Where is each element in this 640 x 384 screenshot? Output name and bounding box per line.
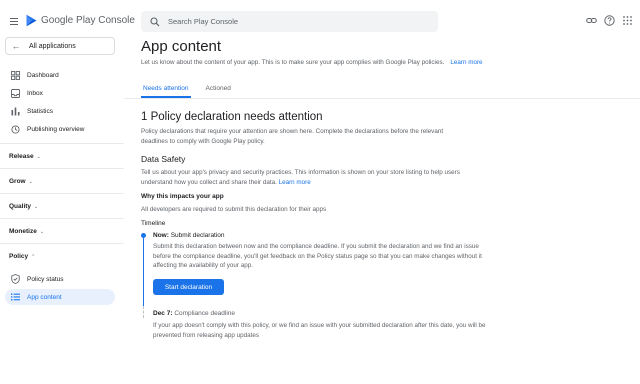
data-safety-title: Data Safety — [141, 154, 186, 164]
sidebar-divider — [0, 143, 124, 144]
sidebar-section-release[interactable]: Release ⌄ — [9, 153, 41, 160]
sidebar-item-label: Publishing overview — [27, 125, 85, 133]
sidebar-item-label: Statistics — [27, 107, 54, 115]
play-console-logo-icon — [26, 14, 37, 27]
start-declaration-button[interactable]: Start declaration — [153, 279, 224, 295]
chevron-down-icon: ⌄ — [36, 153, 41, 160]
step-deadline-description: If your app doesn't comply with this pol… — [153, 322, 486, 339]
why-impacts-description: All developers are required to submit th… — [141, 206, 327, 213]
sidebar-item-label: Dashboard — [27, 71, 59, 79]
sidebar-item-publishing-overview[interactable]: Publishing overview — [0, 121, 120, 137]
step-now-description: Submit this declaration between now and … — [153, 243, 482, 269]
sidebar-divider — [0, 168, 124, 169]
sidebar-divider — [0, 243, 124, 244]
tab-needs-attention[interactable]: Needs attention — [141, 84, 191, 98]
tabs-divider — [124, 98, 640, 99]
step-deadline-title: Compliance deadline — [174, 310, 236, 317]
timeline-line — [143, 238, 145, 306]
inbox-icon — [10, 88, 20, 98]
data-safety-learn-more-link[interactable]: Learn more — [279, 179, 311, 186]
why-impacts-title: Why this impacts your app — [141, 193, 224, 200]
sidebar-item-label: Inbox — [27, 89, 43, 97]
section-label: Policy — [9, 253, 29, 260]
sidebar-section-grow[interactable]: Grow ⌄ — [9, 178, 33, 185]
step-now-label: Now: — [153, 232, 169, 239]
search-bar[interactable] — [141, 11, 438, 32]
help-icon[interactable] — [604, 15, 615, 26]
sidebar-section-monetize[interactable]: Monetize ⌄ — [9, 228, 44, 235]
timeline-title: Timeline — [141, 220, 166, 227]
dashboard-icon — [10, 70, 20, 80]
attention-description: Policy declarations that require your at… — [141, 128, 444, 145]
section-label: Quality — [9, 203, 32, 210]
sidebar-item-inbox[interactable]: Inbox — [0, 85, 120, 101]
all-applications-label: All applications — [29, 42, 76, 50]
publishing-overview-icon — [10, 124, 20, 134]
search-input[interactable] — [168, 17, 408, 26]
chevron-down-icon: ⌄ — [39, 228, 45, 235]
section-label: Monetize — [9, 228, 37, 235]
learn-more-link[interactable]: Learn more — [450, 59, 482, 66]
chevron-down-icon: ⌄ — [28, 178, 33, 185]
section-label: Grow — [9, 178, 26, 185]
step-now-title: Submit declaration — [170, 232, 225, 239]
sidebar-divider — [0, 193, 124, 194]
step-deadline-date: Dec 7: — [153, 310, 173, 317]
timeline-step-now: Now: Submit declaration — [153, 232, 225, 239]
sidebar-item-label: App content — [27, 293, 62, 301]
search-icon — [150, 16, 160, 26]
link-icon[interactable] — [586, 15, 597, 26]
tab-actioned[interactable]: Actioned — [204, 84, 233, 98]
all-applications-button[interactable]: ← All applications — [5, 37, 115, 55]
timeline-dot — [141, 233, 146, 238]
attention-title: 1 Policy declaration needs attention — [141, 111, 323, 123]
sidebar-item-statistics[interactable]: Statistics — [0, 103, 120, 119]
sidebar-item-dashboard[interactable]: Dashboard — [0, 67, 120, 83]
page-subtitle: Let us know about the content of your ap… — [141, 59, 483, 66]
app-logo-text: Google Play Console — [41, 15, 135, 26]
content-tabs: Needs attention Actioned — [141, 84, 233, 98]
data-safety-description: Tell us about your app's privacy and sec… — [141, 168, 481, 187]
sidebar-section-quality[interactable]: Quality ⌄ — [9, 203, 38, 210]
page-subtitle-text: Let us know about the content of your ap… — [141, 59, 445, 66]
sidebar-divider — [0, 218, 124, 219]
menu-icon[interactable] — [10, 18, 18, 26]
sidebar-section-policy[interactable]: Policy ⌃ — [9, 253, 35, 260]
page-title: App content — [141, 38, 222, 55]
sidebar-item-label: Policy status — [27, 275, 64, 283]
timeline-line-dashed — [143, 306, 144, 318]
list-icon — [10, 292, 20, 302]
shield-icon — [10, 274, 20, 284]
sidebar-item-policy-status[interactable]: Policy status — [0, 271, 120, 287]
apps-grid-icon[interactable] — [622, 15, 633, 26]
sidebar: Google Play Console ← All applications D… — [0, 0, 135, 384]
section-label: Release — [9, 153, 34, 160]
sidebar-item-app-content[interactable]: App content — [5, 289, 115, 305]
arrow-left-icon: ← — [11, 41, 21, 51]
statistics-icon — [10, 106, 20, 116]
chevron-down-icon: ⌄ — [34, 203, 39, 210]
timeline-step-deadline: Dec 7: Compliance deadline — [153, 310, 235, 317]
chevron-up-icon: ⌃ — [31, 253, 36, 260]
